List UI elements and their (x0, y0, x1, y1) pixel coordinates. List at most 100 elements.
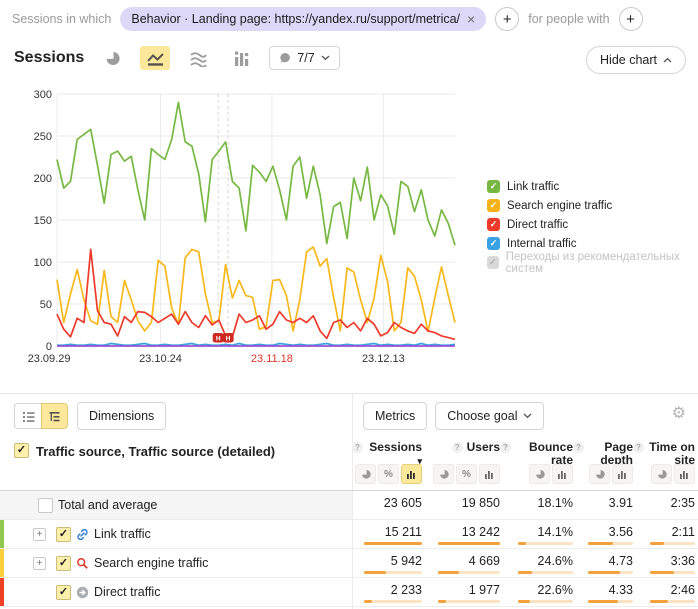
tree-view-button[interactable] (41, 403, 68, 429)
metrics-label: Metrics (375, 409, 415, 423)
bars-mini-icon (557, 469, 568, 479)
histogram-chart-type-button[interactable] (226, 46, 256, 70)
bars-toggle-button[interactable] (612, 464, 633, 484)
pie-toggle-button[interactable] (589, 464, 610, 484)
metric-sort-header[interactable]: ?Time on site (633, 433, 695, 467)
chart-toolbar: Sessions (14, 46, 340, 70)
mini-bar-fill (518, 571, 532, 574)
row-checkbox[interactable]: ✓ (56, 585, 71, 600)
metric-cell: 4.33 (573, 578, 633, 603)
metrics-button[interactable]: Metrics (363, 402, 427, 430)
legend-label: Internal traffic (507, 238, 576, 250)
mini-bar-fill (438, 571, 459, 574)
metric-display-toggles (529, 464, 573, 484)
metric-cell: 2:11 (633, 520, 695, 545)
bars-toggle-button[interactable] (479, 464, 500, 484)
mini-bar-fill (588, 542, 613, 545)
metric-value: 23 605 (352, 496, 422, 510)
add-session-condition-button[interactable]: + (495, 7, 519, 31)
legend-item-0[interactable]: ✓Link traffic (487, 177, 698, 196)
hide-chart-button[interactable]: Hide chart (586, 46, 686, 74)
metric-cell: 23 605 (352, 491, 422, 510)
help-icon[interactable]: ? (633, 442, 644, 453)
mini-bar-track (364, 542, 422, 545)
help-icon[interactable]: ? (500, 442, 511, 453)
legend-checkbox[interactable]: ✓ (487, 218, 500, 231)
table-row-direct-traffic: ✓Direct traffic2 2331 97722.6%4.332:46 (0, 578, 698, 607)
metric-display-toggles (589, 464, 633, 484)
metric-sort-header[interactable]: ?Sessions ▾ (352, 433, 422, 468)
legend-checkbox[interactable]: ✓ (487, 180, 500, 193)
pie-toggle-button[interactable] (355, 464, 376, 484)
segment-chip-landing-page[interactable]: Behavior · Landing page: https://yandex.… (120, 7, 486, 31)
tree-view-icon (48, 410, 61, 423)
row-label[interactable]: Search engine traffic (94, 556, 208, 570)
dimensions-button[interactable]: Dimensions (77, 402, 166, 430)
legend-item-2[interactable]: ✓Direct traffic (487, 215, 698, 234)
stacked-chart-type-button[interactable] (183, 46, 213, 70)
metric-display-toggles: % (433, 464, 500, 484)
legend-checkbox[interactable]: ✓ (487, 199, 500, 212)
choose-goal-dropdown[interactable]: Choose goal (435, 402, 544, 430)
bars-mini-icon (406, 469, 417, 479)
row-label[interactable]: Link traffic (94, 527, 151, 541)
help-icon[interactable]: ? (573, 442, 584, 453)
line-chart-icon (146, 50, 165, 67)
metric-sort-header[interactable]: ?Bounce rate (500, 433, 573, 467)
legend-checkbox[interactable]: ✓ (487, 237, 500, 250)
dimension-header-label: Traffic source, Traffic source (detailed… (36, 444, 275, 459)
expand-row-button[interactable]: + (33, 557, 46, 570)
metric-cell: 4 669 (422, 549, 500, 574)
legend-checkbox[interactable]: ✓ (487, 256, 499, 269)
metric-label: Users (467, 441, 500, 454)
mini-bar-fill (364, 600, 372, 603)
pie-toggle-button[interactable] (433, 464, 454, 484)
view-mode-switch (14, 403, 68, 429)
column-header-users: ? Users% (422, 433, 500, 491)
histogram-chart-icon (233, 50, 250, 67)
choose-goal-label: Choose goal (447, 409, 517, 423)
line-chart-type-button[interactable] (140, 46, 170, 70)
row-checkbox[interactable]: ✓ (56, 556, 71, 571)
add-user-condition-button[interactable]: + (619, 7, 643, 31)
pie-toggle-button[interactable] (651, 464, 672, 484)
settings-gear-icon[interactable]: ⚙ (672, 406, 686, 422)
row-checkbox[interactable]: ✓ (56, 527, 71, 542)
for-people-with-label: for people with (528, 12, 609, 26)
row-color-strip (0, 578, 4, 606)
sessions-line-chart[interactable]: 05010015020025030023.09.2923.10.2423.11.… (8, 84, 478, 376)
pie-toggle-button[interactable] (529, 464, 550, 484)
bars-mini-icon (617, 469, 628, 479)
metric-value: 1 977 (422, 583, 500, 597)
legend-item-1[interactable]: ✓Search engine traffic (487, 196, 698, 215)
row-checkbox[interactable] (38, 498, 53, 513)
row-dimension-cell: Total and average (0, 491, 352, 519)
metric-cell: 3:36 (633, 549, 695, 574)
list-view-button[interactable] (14, 403, 41, 429)
remove-segment-icon[interactable]: × (467, 14, 475, 24)
metric-sort-header[interactable]: ?Page depth (573, 433, 633, 467)
segment-chip-text: Behavior · Landing page: https://yandex.… (131, 12, 460, 26)
bars-toggle-button[interactable] (552, 464, 573, 484)
mini-bar-track (364, 600, 422, 603)
legend-item-4[interactable]: ✓Переходы из рекомендательных систем (487, 253, 698, 272)
stacked-chart-icon (189, 50, 208, 67)
row-label[interactable]: Direct traffic (94, 585, 160, 599)
bars-toggle-button[interactable] (401, 464, 422, 484)
percent-toggle-button[interactable]: % (456, 464, 477, 484)
annotations-dropdown[interactable]: 7/7 (269, 46, 339, 70)
metric-sort-header[interactable]: ? Users (422, 433, 500, 454)
bars-toggle-button[interactable] (674, 464, 695, 484)
percent-toggle-button[interactable]: % (378, 464, 399, 484)
help-icon[interactable]: ? (352, 442, 363, 453)
dimension-header-checkbox[interactable]: ✓ (14, 443, 29, 458)
mini-bar-track (588, 571, 633, 574)
table-row-total-and-average: Total and average23 60519 85018.1%3.912:… (0, 491, 698, 520)
metric-cell: 19 850 (422, 491, 500, 510)
help-icon[interactable]: ? (452, 442, 463, 453)
mini-bar-track (364, 571, 422, 574)
pie-chart-type-button[interactable] (97, 46, 127, 70)
expand-row-button[interactable]: + (33, 528, 46, 541)
column-header-page-depth: ?Page depth (573, 433, 633, 491)
metric-value: 5 942 (352, 554, 422, 568)
